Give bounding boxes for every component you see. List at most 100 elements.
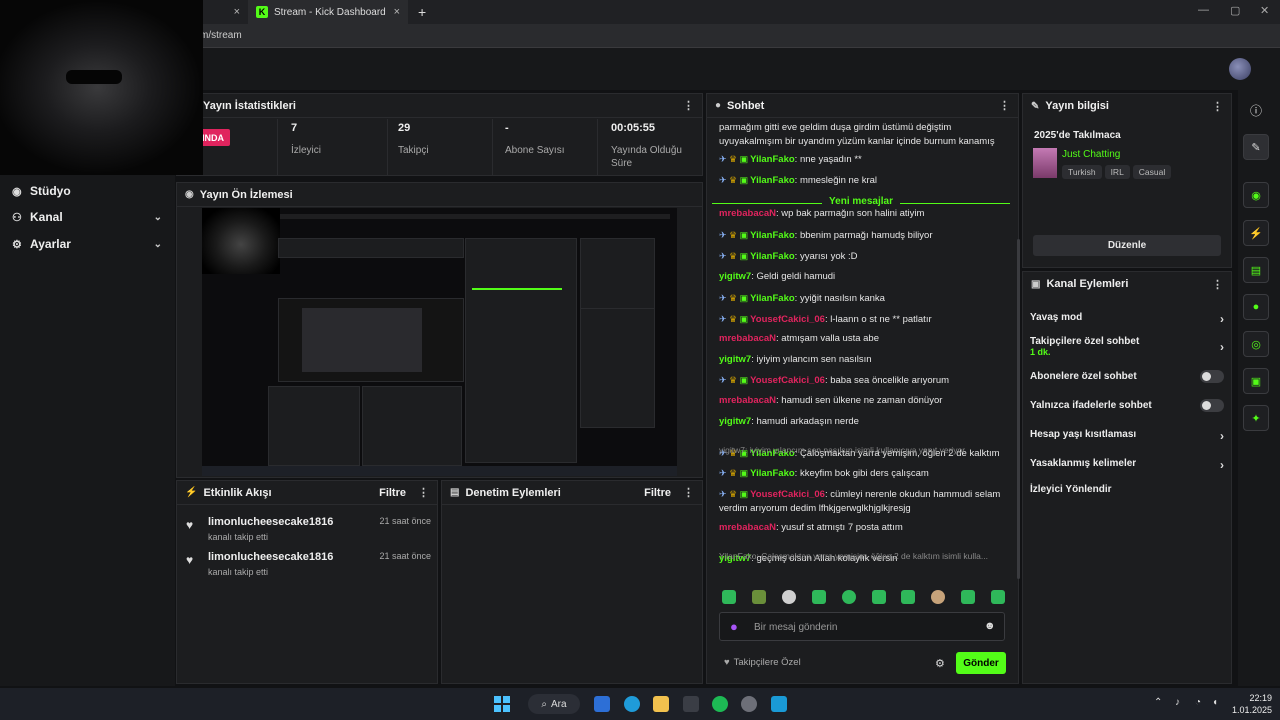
spotify-icon[interactable] — [712, 696, 728, 712]
maximize-icon[interactable]: ▢ — [1230, 4, 1240, 17]
emote-icon[interactable] — [961, 590, 975, 604]
mic-icon[interactable]: ♪ — [1175, 697, 1180, 708]
windows-start-icon[interactable] — [494, 696, 510, 712]
chat-username[interactable]: yigitw7 — [719, 271, 751, 282]
account-age-row[interactable]: Hesap yaşı kısıtlaması › — [1030, 429, 1224, 443]
emote-icon[interactable] — [901, 590, 915, 604]
wrench-icon[interactable]: ✦ — [1243, 405, 1269, 431]
sidebar-item-studio[interactable]: ◉ Stüdyo — [12, 181, 162, 201]
taskbar-search[interactable]: ⌕ Ara — [528, 694, 580, 714]
chat-username[interactable]: YousefCakici_06 — [750, 375, 825, 386]
chat-username[interactable]: YilanFako — [750, 251, 795, 262]
chat-header: ● Sohbet ⋮ — [707, 94, 1018, 118]
chat-message: yigitw7: Geldi geldi hamudi — [719, 270, 1011, 284]
edge-icon[interactable] — [624, 696, 640, 712]
microphone-icon[interactable]: ● — [730, 619, 738, 634]
activity-filter-button[interactable]: Filtre — [379, 487, 406, 499]
user-badges-icon: ✈ ♛ ▣ — [719, 489, 749, 499]
browser-tab-kick[interactable]: K Stream - Kick Dashboard × — [248, 0, 408, 24]
taskbar-clock[interactable]: 22:19 1.01.2025 — [1232, 692, 1272, 716]
emote-icon[interactable] — [812, 590, 826, 604]
camera-icon[interactable]: ◉ — [1243, 182, 1269, 208]
new-tab-button[interactable]: + — [410, 0, 434, 24]
emote-icon[interactable] — [991, 590, 1005, 604]
chat-username[interactable]: YilanFako — [750, 468, 795, 479]
search-icon: ⌕ — [541, 698, 548, 710]
chevron-up-icon[interactable]: ⌃ — [1154, 697, 1162, 708]
emoji-icon[interactable]: ☻ — [984, 620, 996, 632]
tab-close-icon[interactable]: × — [234, 6, 240, 18]
broadcast-icon[interactable]: ◎ — [1243, 331, 1269, 357]
edit-button[interactable]: Düzenle — [1033, 235, 1221, 256]
emote-icon[interactable] — [931, 590, 945, 604]
screen-icon[interactable]: ▣ — [1243, 368, 1269, 394]
emote-icon[interactable] — [842, 590, 856, 604]
redirect-row[interactable]: İzleyici Yönlendir — [1030, 484, 1224, 495]
sidebar-item-settings[interactable]: ⚙ Ayarlar ⌄ — [12, 234, 162, 254]
followers-only-label: Takipçilere Özel — [733, 657, 801, 668]
chat-username[interactable]: YilanFako — [750, 293, 795, 304]
more-options-icon[interactable]: ⋮ — [999, 99, 1010, 112]
sidebar-item-label: Ayarlar — [30, 237, 71, 251]
info-icon[interactable]: ⓘ — [1250, 102, 1262, 119]
obs-icon[interactable] — [741, 696, 757, 712]
emote-chat-toggle[interactable] — [1200, 399, 1224, 412]
more-options-icon[interactable]: ⋮ — [1212, 278, 1223, 291]
chat-message-text: : Geldi geldi hamudi — [751, 271, 836, 282]
event-user[interactable]: limonlucheesecake1816 — [208, 551, 333, 563]
wifi-icon[interactable]: ◔ — [1195, 697, 1201, 708]
chat-username[interactable]: yigitw7 — [719, 354, 751, 365]
chat-username[interactable]: YilanFako — [750, 230, 795, 241]
more-options-icon[interactable]: ⋮ — [418, 486, 429, 499]
subs-chat-toggle[interactable] — [1200, 370, 1224, 383]
chat-username[interactable]: YilanFako — [750, 175, 795, 186]
chat-username[interactable]: mrebabacaN — [719, 522, 776, 533]
user-badges-icon: ✈ ♛ ▣ — [719, 230, 749, 240]
chat-scrollbar[interactable] — [1017, 239, 1020, 579]
document-icon[interactable]: ▤ — [1243, 257, 1269, 283]
event-user[interactable]: limonlucheesecake1816 — [208, 516, 333, 528]
chat-username[interactable]: mrebabacaN — [719, 333, 776, 344]
emote-icon[interactable] — [782, 590, 796, 604]
emote-icon[interactable] — [872, 590, 886, 604]
file-explorer-icon[interactable] — [653, 696, 669, 712]
send-button[interactable]: Gönder — [956, 652, 1006, 674]
chat-username[interactable]: mrebabacaN — [719, 395, 776, 406]
taskview-icon[interactable] — [594, 696, 610, 712]
followers-only-toggle[interactable]: ♥ Takipçilere Özel — [724, 657, 801, 668]
wrench-icon: ✎ — [1031, 100, 1040, 112]
speaker-icon[interactable]: ◖ — [1212, 697, 1218, 708]
minimize-icon[interactable]: — — [1198, 4, 1209, 16]
url-text[interactable]: m/stream — [200, 30, 242, 41]
followers-chat-row[interactable]: Takipçilere özel sohbet 1 dk. › — [1030, 336, 1224, 357]
store-icon[interactable] — [683, 696, 699, 712]
tab-close-icon[interactable]: × — [394, 6, 400, 18]
banned-words-row[interactable]: Yasaklanmış kelimeler › — [1030, 458, 1224, 472]
category-link[interactable]: Just Chatting — [1062, 149, 1120, 160]
lightning-icon[interactable]: ⚡ — [1243, 220, 1269, 246]
avatar[interactable] — [1229, 58, 1251, 80]
chat-username[interactable]: yigitw7 — [719, 416, 751, 427]
slow-mode-row[interactable]: Yavaş mod › — [1030, 312, 1224, 326]
chat-bubble-icon[interactable]: ● — [1243, 294, 1269, 320]
pencil-icon[interactable]: ✎ — [1243, 134, 1269, 160]
sidebar-item-channel[interactable]: ⚇ Kanal ⌄ — [12, 207, 162, 227]
chat-input[interactable] — [754, 619, 974, 635]
emote-icon[interactable] — [722, 590, 736, 604]
more-options-icon[interactable]: ⋮ — [1212, 100, 1223, 113]
browser-tab-1[interactable]: × — [200, 0, 248, 24]
kick-favicon-icon: K — [256, 6, 268, 18]
more-options-icon[interactable]: ⋮ — [683, 486, 694, 499]
chat-username[interactable]: YousefCakici_06 — [750, 489, 825, 500]
chat-settings-gear-icon[interactable]: ⚙ — [935, 657, 945, 670]
moderation-filter-button[interactable]: Filtre — [644, 487, 671, 499]
chat-username[interactable]: YilanFako — [750, 154, 795, 165]
user-badges-icon: ✈ ♛ ▣ — [719, 375, 749, 385]
followers-label: Takipçi — [398, 145, 429, 156]
close-window-icon[interactable]: ✕ — [1260, 4, 1269, 17]
stream-preview-video[interactable] — [202, 208, 677, 476]
more-options-icon[interactable]: ⋮ — [683, 99, 694, 112]
emote-icon[interactable] — [752, 590, 766, 604]
chat-username[interactable]: YousefCakici_06 — [750, 314, 825, 325]
streamlabs-icon[interactable] — [771, 696, 787, 712]
